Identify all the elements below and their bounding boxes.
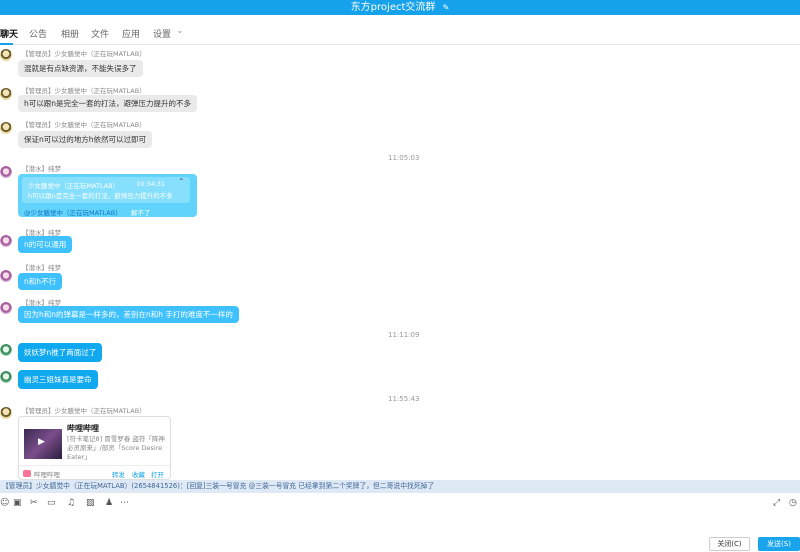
gif-icon[interactable]: ▣: [13, 497, 22, 509]
tab-files[interactable]: 文件: [91, 27, 109, 40]
screenshot-icon[interactable]: ✂: [30, 497, 38, 509]
sender-name: 【管理员】少女膳觉中（正在玩MATLAB）: [22, 407, 146, 415]
input-toolbar: ☺ ▣ ✂ ▭ ♫ ▨ ♟ ⋯ ⤢ ◷: [0, 497, 800, 511]
timestamp: 11:05:03: [388, 154, 420, 162]
avatar[interactable]: [0, 407, 12, 419]
message-input[interactable]: [0, 512, 800, 552]
edit-title-icon[interactable]: ✎: [443, 3, 450, 12]
tab-apps[interactable]: 应用: [122, 27, 140, 40]
message-bubble[interactable]: 幽灵三姐妹真是要命: [18, 370, 98, 389]
tab-active-indicator: [0, 43, 13, 45]
message-bubble[interactable]: 妖妖梦n推了两面过了: [18, 343, 103, 362]
tab-chat[interactable]: 聊天: [0, 27, 18, 40]
music-icon[interactable]: ♫: [67, 497, 75, 509]
send-button[interactable]: 发送(S): [758, 537, 800, 551]
avatar[interactable]: [0, 166, 12, 178]
sender-name: 【潜水】纯梦: [22, 264, 61, 272]
timestamp: 11:55:43: [388, 395, 420, 403]
message-bubble[interactable]: 因为h和n的弹幕是一样多的，差别在n和h 手打的难度不一样的: [18, 306, 239, 323]
close-button[interactable]: 关闭(C): [709, 537, 750, 551]
more-icon[interactable]: ⋯: [120, 497, 129, 509]
chevron-down-icon[interactable]: ⌄: [176, 26, 184, 36]
timestamp: 11:11:09: [388, 331, 420, 339]
sender-name: 【管理员】少女膳觉中（正在玩MATLAB）: [22, 121, 146, 129]
avatar[interactable]: [0, 371, 12, 383]
message-bubble[interactable]: 保证n可以过的地方h依然可以过即可: [18, 131, 153, 148]
forward-link[interactable]: 转发: [112, 469, 125, 479]
message-bubble[interactable]: n和h不行: [18, 273, 63, 290]
quoted-text: h可以跟n是完全一套的打法，避弹压力提升的不多: [28, 192, 173, 200]
expand-icon[interactable]: ⤢: [773, 497, 780, 509]
emoji-icon[interactable]: ☺: [0, 497, 9, 509]
tab-bar: 聊天 公告 相册 文件 应用 设置 ⌄: [0, 21, 800, 45]
tab-announcements[interactable]: 公告: [29, 27, 47, 40]
card-title: 哔哩哔哩: [67, 424, 99, 433]
history-icon[interactable]: ◷: [789, 497, 797, 509]
sender-name: 【管理员】少女膳觉中（正在玩MATLAB）: [22, 50, 146, 58]
avatar[interactable]: [0, 302, 12, 314]
sender-name: 【管理员】少女膳觉中（正在玩MATLAB）: [22, 87, 146, 95]
window-title-bar: 东方project交流群 ✎: [0, 0, 800, 15]
quoted-time: 10:34:31: [136, 180, 166, 188]
avatar[interactable]: [0, 122, 12, 134]
announcement-bar[interactable]: 【管理员】少女膳觉中（正在玩MATLAB）(2654841526)：[回复]三装…: [0, 480, 800, 493]
bilibili-icon: [23, 470, 31, 477]
image-icon[interactable]: ▨: [86, 497, 95, 509]
bell-icon[interactable]: ♟: [105, 497, 113, 509]
avatar[interactable]: [0, 88, 12, 100]
tab-album[interactable]: 相册: [61, 27, 79, 40]
sender-name: 【潜水】纯梦: [22, 165, 61, 173]
card-source: 哔哩哔哩: [34, 471, 60, 479]
chat-history[interactable]: 【管理员】少女膳觉中（正在玩MATLAB） 混就是有点缺资源，不能失误多了 【管…: [0, 46, 800, 480]
group-title: 东方project交流群: [350, 2, 436, 13]
reply-bubble[interactable]: 少女膳觉中（正在玩MATLAB） 10:34:31 ⌃ h可以跟n是完全一套的打…: [18, 174, 197, 217]
avatar[interactable]: [0, 270, 12, 282]
avatar[interactable]: [0, 235, 12, 247]
open-link[interactable]: 打开: [151, 469, 164, 479]
share-card[interactable]: ▶ 哔哩哔哩 [符卡笔记8] 冒雪罗春 盗符「降神必灵原来」/部灵「Score …: [18, 416, 171, 480]
message-bubble[interactable]: n的可以通用: [18, 236, 73, 253]
card-description: [符卡笔记8] 冒雪罗春 盗符「降神必灵原来」/部灵「Score Desire …: [67, 435, 165, 461]
play-icon: ▶: [38, 437, 45, 447]
card-footer: 哔哩哔哩 转发 收藏 打开: [19, 465, 170, 479]
quoted-sender: 少女膳觉中（正在玩MATLAB）: [28, 182, 120, 190]
tab-settings[interactable]: 设置: [153, 27, 171, 40]
mention-link[interactable]: @少女膳觉中（正在玩MATLAB）: [24, 207, 122, 217]
message-bubble[interactable]: h可以跟n是完全一套的打法，避弹压力提升的不多: [18, 95, 198, 112]
collapse-quote-icon[interactable]: ⌃: [178, 177, 185, 186]
avatar[interactable]: [0, 344, 12, 356]
favorite-link[interactable]: 收藏: [132, 469, 145, 479]
avatar[interactable]: [0, 49, 12, 61]
reply-text: 解不了: [131, 209, 151, 217]
folder-icon[interactable]: ▭: [47, 497, 56, 509]
message-bubble[interactable]: 混就是有点缺资源，不能失误多了: [18, 60, 143, 77]
